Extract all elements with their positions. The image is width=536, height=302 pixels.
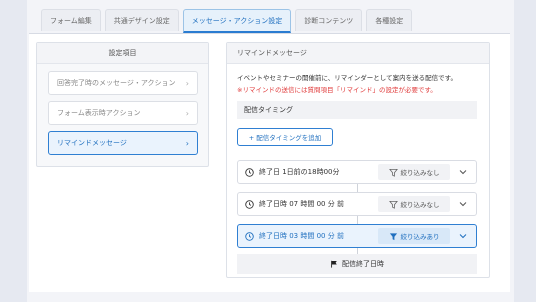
chevron-down-icon[interactable] bbox=[458, 167, 468, 177]
add-timing-button[interactable]: + 配信タイミングを追加 bbox=[237, 128, 333, 146]
delivery-end-bar: 配信終了日時 bbox=[237, 254, 477, 274]
sidebar-item-form-display-action[interactable]: フォーム表示時アクション › bbox=[48, 101, 198, 125]
filter-button[interactable]: 絞り込みなし bbox=[378, 196, 450, 212]
tab-bar: フォーム編集 共通デザイン設定 メッセージ・アクション設定 診断コンテンツ 各種… bbox=[41, 9, 416, 33]
filter-label: 絞り込みなし bbox=[400, 169, 440, 177]
filter-label: 絞り込みなし bbox=[400, 201, 440, 209]
filter-filled-icon bbox=[389, 232, 397, 240]
tab-message-action[interactable]: メッセージ・アクション設定 bbox=[182, 9, 292, 33]
sidebar-item-completion-message[interactable]: 回答完了時のメッセージ・アクション › bbox=[48, 71, 198, 95]
sidebar-item-remind-message[interactable]: リマインドメッセージ › bbox=[48, 131, 198, 155]
filter-button[interactable]: 絞り込みあり bbox=[378, 228, 450, 244]
timeline-connector bbox=[357, 216, 358, 224]
settings-items-panel: 設定項目 回答完了時のメッセージ・アクション › フォーム表示時アクション › … bbox=[36, 42, 209, 167]
chevron-down-icon[interactable] bbox=[458, 199, 468, 209]
tab-diagnosis-content[interactable]: 診断コンテンツ bbox=[295, 9, 363, 31]
sidebar-item-label: フォーム表示時アクション bbox=[57, 109, 141, 117]
sidebar-item-label: 回答完了時のメッセージ・アクション bbox=[57, 79, 176, 87]
timing-text: 終了日時 03 時間 00 分 前 bbox=[259, 232, 344, 240]
chevron-down-icon[interactable] bbox=[458, 231, 468, 241]
tab-common-design[interactable]: 共通デザイン設定 bbox=[104, 9, 179, 31]
chevron-right-icon: › bbox=[185, 108, 189, 118]
chevron-right-icon: › bbox=[185, 78, 189, 88]
clock-icon bbox=[245, 199, 254, 209]
remind-message-title: リマインドメッセージ bbox=[227, 43, 489, 64]
timing-row[interactable]: 終了日時 07 時間 00 分 前 絞り込みなし bbox=[237, 192, 477, 216]
settings-items-title: 設定項目 bbox=[37, 43, 208, 64]
tab-settings[interactable]: 各種設定 bbox=[366, 9, 413, 31]
tab-form-edit[interactable]: フォーム編集 bbox=[41, 9, 101, 31]
filter-icon bbox=[388, 168, 398, 177]
remind-description: イベントやセミナーの開催前に、リマインダーとして案内を送る配信です。 bbox=[237, 74, 457, 82]
delivery-timing-label: 配信タイミング bbox=[237, 101, 477, 119]
filter-icon bbox=[388, 200, 398, 209]
timing-row-selected[interactable]: 終了日時 03 時間 00 分 前 絞り込みあり bbox=[237, 224, 477, 248]
sidebar-item-label: リマインドメッセージ bbox=[57, 139, 127, 147]
chevron-right-icon: › bbox=[185, 138, 189, 148]
filter-button[interactable]: 絞り込みなし bbox=[378, 164, 450, 180]
remind-message-panel: リマインドメッセージ イベントやセミナーの開催前に、リマインダーとして案内を送る… bbox=[226, 42, 490, 278]
timeline-connector bbox=[357, 184, 358, 192]
delivery-end-label: 配信終了日時 bbox=[342, 260, 384, 268]
remind-note: ※リマインドの送信には質問項目「リマインド」の設定が必要です。 bbox=[237, 86, 437, 94]
flag-icon bbox=[331, 260, 337, 268]
timing-text: 終了日 1日前の18時00分 bbox=[259, 168, 340, 176]
clock-icon bbox=[245, 167, 254, 177]
clock-icon bbox=[245, 231, 254, 241]
filter-label: 絞り込みあり bbox=[400, 233, 440, 241]
timing-row[interactable]: 終了日 1日前の18時00分 絞り込みなし bbox=[237, 160, 477, 184]
timing-text: 終了日時 07 時間 00 分 前 bbox=[259, 200, 344, 208]
